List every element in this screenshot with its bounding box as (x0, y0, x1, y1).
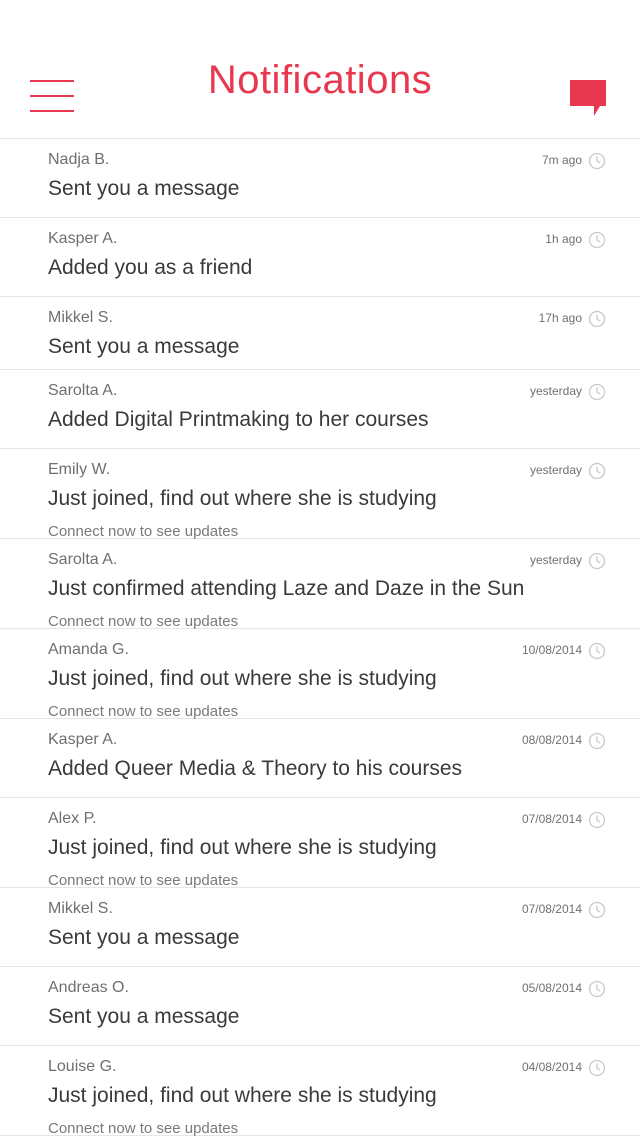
timestamp: 1h ago (545, 232, 582, 246)
notification-text: Just confirmed attending Laze and Daze i… (48, 577, 525, 600)
notification-row[interactable]: Amanda G. Just joined, find out where sh… (0, 629, 640, 720)
timestamp: yesterday (529, 463, 582, 477)
notification-subtext: Connect now to see updates (48, 703, 239, 720)
notification-row[interactable]: Mikkel S. Sent you a message 17h ago (0, 297, 640, 370)
clock-icon (588, 462, 606, 480)
notification-row[interactable]: Kasper A. Added you as a friend 1h ago (0, 218, 640, 297)
sender-name: Andreas O. (48, 979, 129, 996)
sender-name: Nadja B. (48, 151, 110, 168)
timestamp: 05/08/2014 (521, 981, 582, 995)
sender-name: Kasper A. (48, 230, 118, 247)
timestamp: 07/08/2014 (521, 812, 582, 826)
notification-subtext: Connect now to see updates (48, 872, 239, 889)
notification-text: Just joined, find out where she is study… (48, 487, 437, 510)
notification-row[interactable]: Alex P. Just joined, find out where she … (0, 798, 640, 889)
clock-icon (588, 231, 606, 249)
notification-text: Added you as a friend (48, 256, 253, 279)
notification-text: Sent you a message (48, 1005, 240, 1028)
notification-text: Sent you a message (48, 335, 240, 358)
notification-subtext: Connect now to see updates (48, 523, 239, 540)
clock-icon (588, 980, 606, 998)
notification-text: Added Queer Media & Theory to his course… (48, 757, 463, 780)
clock-icon (588, 310, 606, 328)
speech-bubble-icon (570, 80, 606, 116)
notification-row[interactable]: Nadja B. Sent you a message 7m ago (0, 139, 640, 218)
notification-row[interactable]: Emily W. Just joined, find out where she… (0, 449, 640, 540)
timestamp: 10/08/2014 (521, 643, 582, 657)
notification-text: Just joined, find out where she is study… (48, 836, 437, 859)
timestamp: 08/08/2014 (521, 733, 582, 747)
sender-name: Sarolta A. (48, 382, 118, 399)
timestamp: 17h ago (538, 311, 582, 325)
sender-name: Louise G. (48, 1058, 117, 1075)
notification-subtext: Connect now to see updates (48, 613, 239, 630)
notification-row[interactable]: Louise G. Just joined, find out where sh… (0, 1046, 640, 1136)
header-bar: Notifications (0, 0, 640, 139)
timestamp: yesterday (529, 553, 582, 567)
notifications-screen: Notifications Nadja B. Sent you a messag… (0, 0, 640, 1136)
messages-button[interactable] (568, 78, 608, 118)
clock-icon (588, 552, 606, 570)
sender-name: Emily W. (48, 461, 111, 478)
clock-icon (588, 383, 606, 401)
clock-icon (588, 642, 606, 660)
notification-row[interactable]: Sarolta A. Just confirmed attending Laze… (0, 539, 640, 630)
clock-icon (588, 811, 606, 829)
clock-icon (588, 1059, 606, 1077)
notification-subtext: Connect now to see updates (48, 1120, 239, 1136)
timestamp: yesterday (529, 384, 582, 398)
sender-name: Kasper A. (48, 731, 118, 748)
clock-icon (588, 732, 606, 750)
sender-name: Mikkel S. (48, 309, 113, 326)
notification-row[interactable]: Mikkel S. Sent you a message 07/08/2014 (0, 888, 640, 967)
page-title: Notifications (207, 58, 433, 102)
clock-icon (588, 152, 606, 170)
clock-icon (588, 901, 606, 919)
notification-text: Sent you a message (48, 926, 240, 949)
notification-list: Nadja B. Sent you a message 7m ago Kaspe… (0, 139, 640, 1136)
notification-row[interactable]: Andreas O. Sent you a message 05/08/2014 (0, 967, 640, 1046)
timestamp: 7m ago (541, 153, 582, 167)
timestamp: 07/08/2014 (521, 902, 582, 916)
notification-text: Just joined, find out where she is study… (48, 1084, 437, 1107)
sender-name: Amanda G. (48, 641, 129, 658)
notification-row[interactable]: Sarolta A. Added Digital Printmaking to … (0, 370, 640, 449)
notification-text: Sent you a message (48, 177, 240, 200)
sender-name: Mikkel S. (48, 900, 113, 917)
notification-row[interactable]: Kasper A. Added Queer Media & Theory to … (0, 719, 640, 798)
timestamp: 04/08/2014 (521, 1060, 582, 1074)
sender-name: Sarolta A. (48, 551, 118, 568)
sender-name: Alex P. (48, 810, 97, 827)
notification-text: Just joined, find out where she is study… (48, 667, 437, 690)
notification-text: Added Digital Printmaking to her courses (48, 408, 429, 431)
